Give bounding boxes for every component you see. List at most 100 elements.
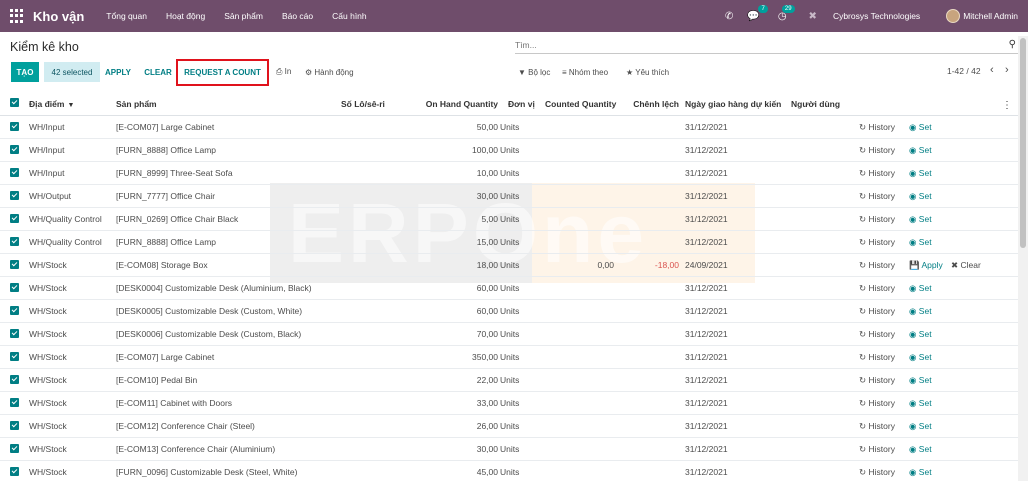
set-button[interactable]: ◉ Set bbox=[909, 398, 951, 409]
table-row[interactable]: WH/Stock [DESK0004] Customizable Desk (Al… bbox=[0, 277, 1018, 300]
history-button[interactable]: ↻ History bbox=[859, 444, 909, 455]
pager-previous-icon[interactable]: ‹ bbox=[990, 64, 994, 76]
action-button[interactable]: ⚙ Hành động bbox=[305, 62, 354, 82]
row-checkbox[interactable] bbox=[0, 443, 29, 455]
set-button[interactable]: ◉ Set bbox=[909, 191, 951, 202]
history-button[interactable]: ↻ History bbox=[859, 191, 909, 202]
table-row[interactable]: WH/Input [FURN_8888] Office Lamp 100,00 Uni… bbox=[0, 139, 1018, 162]
row-checkbox[interactable] bbox=[0, 397, 29, 409]
row-checkbox[interactable] bbox=[0, 466, 29, 478]
table-row[interactable]: WH/Stock [DESK0005] Customizable Desk (Cu… bbox=[0, 300, 1018, 323]
menu-reporting[interactable]: Báo cáo bbox=[282, 11, 313, 21]
set-button[interactable]: ◉ Set bbox=[909, 306, 951, 317]
header-uom[interactable]: Đơn vị bbox=[498, 99, 539, 109]
menu-configuration[interactable]: Cấu hình bbox=[332, 11, 367, 21]
table-row[interactable]: WH/Stock [FURN_0096] Customizable Desk (S… bbox=[0, 461, 1018, 481]
history-button[interactable]: ↻ History bbox=[859, 398, 909, 409]
row-scheduled-date[interactable]: 31/12/2021 bbox=[679, 306, 791, 316]
history-button[interactable]: ↻ History bbox=[859, 214, 909, 225]
table-row[interactable]: WH/Stock [E-COM11] Cabinet with Doors 33,0… bbox=[0, 392, 1018, 415]
history-button[interactable]: ↻ History bbox=[859, 421, 909, 432]
row-checkbox[interactable] bbox=[0, 190, 29, 202]
set-button[interactable]: ◉ Set bbox=[909, 145, 951, 156]
app-brand[interactable]: Kho vận bbox=[33, 9, 84, 24]
table-row[interactable]: WH/Stock [E-COM13] Conference Chair (Alum… bbox=[0, 438, 1018, 461]
row-scheduled-date[interactable]: 31/12/2021 bbox=[679, 214, 791, 224]
row-scheduled-date[interactable]: 31/12/2021 bbox=[679, 398, 791, 408]
history-button[interactable]: ↻ History bbox=[859, 467, 909, 478]
row-checkbox[interactable] bbox=[0, 351, 29, 363]
row-scheduled-date[interactable]: 31/12/2021 bbox=[679, 283, 791, 293]
search-icon[interactable]: ⚲ bbox=[1009, 39, 1016, 50]
header-product[interactable]: Sản phẩm bbox=[116, 99, 341, 109]
table-row[interactable]: WH/Input [E-COM07] Large Cabinet 50,00 Unit… bbox=[0, 116, 1018, 139]
row-scheduled-date[interactable]: 31/12/2021 bbox=[679, 375, 791, 385]
row-counted[interactable]: 0,00 bbox=[539, 260, 614, 270]
header-scheduled-date[interactable]: Ngày giao hàng dự kiến bbox=[679, 99, 791, 109]
set-button[interactable]: ◉ Set bbox=[909, 214, 951, 225]
scrollbar[interactable] bbox=[1018, 36, 1028, 481]
row-scheduled-date[interactable]: 31/12/2021 bbox=[679, 168, 791, 178]
search-input[interactable] bbox=[515, 36, 995, 53]
apply-button[interactable]: APPLY bbox=[101, 62, 135, 82]
row-checkbox[interactable] bbox=[0, 167, 29, 179]
header-counted[interactable]: Counted Quantity bbox=[539, 99, 623, 109]
menu-operations[interactable]: Hoạt động bbox=[166, 11, 205, 21]
row-scheduled-date[interactable]: 31/12/2021 bbox=[679, 191, 791, 201]
row-checkbox[interactable] bbox=[0, 282, 29, 294]
history-button[interactable]: ↻ History bbox=[859, 283, 909, 294]
debug-tools-icon[interactable]: ✖ bbox=[809, 11, 817, 22]
history-button[interactable]: ↻ History bbox=[859, 260, 909, 271]
phone-icon[interactable]: ✆ bbox=[725, 11, 733, 22]
row-checkbox[interactable] bbox=[0, 328, 29, 340]
table-row[interactable]: WH/Input [FURN_8999] Three-Seat Sofa 10,00… bbox=[0, 162, 1018, 185]
row-scheduled-date[interactable]: 31/12/2021 bbox=[679, 145, 791, 155]
table-row[interactable]: WH/Stock [E-COM08] Storage Box 18,00 Units 0… bbox=[0, 254, 1018, 277]
history-button[interactable]: ↻ History bbox=[859, 168, 909, 179]
print-button[interactable]: ⎙ In bbox=[276, 62, 291, 82]
table-row[interactable]: WH/Stock [DESK0006] Customizable Desk (Cu… bbox=[0, 323, 1018, 346]
selected-count-badge[interactable]: 42 selected bbox=[44, 62, 100, 82]
set-button[interactable]: ◉ Set bbox=[909, 329, 951, 340]
row-scheduled-date[interactable]: 31/12/2021 bbox=[679, 352, 791, 362]
set-button[interactable]: ◉ Set bbox=[909, 168, 951, 179]
row-scheduled-date[interactable]: 31/12/2021 bbox=[679, 467, 791, 477]
clear-row-button[interactable]: ✖ Clear bbox=[951, 260, 991, 271]
column-options-icon[interactable]: ⋮ bbox=[1002, 100, 1012, 111]
apply-row-button[interactable]: 💾 Apply bbox=[909, 260, 951, 271]
pager-value[interactable]: 1-42 / 42 bbox=[947, 66, 981, 76]
table-row[interactable]: WH/Stock [E-COM12] Conference Chair (Stee… bbox=[0, 415, 1018, 438]
row-scheduled-date[interactable]: 31/12/2021 bbox=[679, 122, 791, 132]
company-switcher[interactable]: Cybrosys Technologies bbox=[833, 11, 920, 21]
row-scheduled-date[interactable]: 31/12/2021 bbox=[679, 444, 791, 454]
history-button[interactable]: ↻ History bbox=[859, 237, 909, 248]
create-button[interactable]: TẠO bbox=[11, 62, 39, 82]
table-row[interactable]: WH/Quality Control [FURN_8888] Office Lam… bbox=[0, 231, 1018, 254]
messages-icon[interactable]: 💬 7 bbox=[747, 4, 768, 22]
clear-button[interactable]: CLEAR bbox=[140, 62, 176, 82]
history-button[interactable]: ↻ History bbox=[859, 329, 909, 340]
row-checkbox[interactable] bbox=[0, 374, 29, 386]
row-scheduled-date[interactable]: 31/12/2021 bbox=[679, 329, 791, 339]
set-button[interactable]: ◉ Set bbox=[909, 421, 951, 432]
header-lot[interactable]: Số Lô/sê-ri bbox=[341, 99, 413, 109]
scrollbar-thumb[interactable] bbox=[1020, 38, 1026, 248]
user-menu[interactable]: Mitchell Admin bbox=[946, 9, 1018, 23]
row-checkbox[interactable] bbox=[0, 305, 29, 317]
row-scheduled-date[interactable]: 24/09/2021 bbox=[679, 260, 791, 270]
apps-menu-icon[interactable] bbox=[10, 9, 24, 23]
history-button[interactable]: ↻ History bbox=[859, 122, 909, 133]
filter-button[interactable]: ▼ Bộ lọc bbox=[518, 62, 550, 82]
set-button[interactable]: ◉ Set bbox=[909, 444, 951, 455]
table-row[interactable]: WH/Quality Control [FURN_0269] Office Cha… bbox=[0, 208, 1018, 231]
favorites-button[interactable]: ★ Yêu thích bbox=[626, 62, 669, 82]
groupby-button[interactable]: ≡ Nhóm theo bbox=[562, 62, 608, 82]
history-button[interactable]: ↻ History bbox=[859, 375, 909, 386]
activity-icon[interactable]: ◷ 29 bbox=[778, 4, 795, 22]
history-button[interactable]: ↻ History bbox=[859, 352, 909, 363]
menu-products[interactable]: Sản phẩm bbox=[224, 11, 263, 21]
row-checkbox[interactable] bbox=[0, 213, 29, 225]
set-button[interactable]: ◉ Set bbox=[909, 237, 951, 248]
header-user[interactable]: Người dùng bbox=[791, 99, 859, 109]
row-checkbox[interactable] bbox=[0, 144, 29, 156]
